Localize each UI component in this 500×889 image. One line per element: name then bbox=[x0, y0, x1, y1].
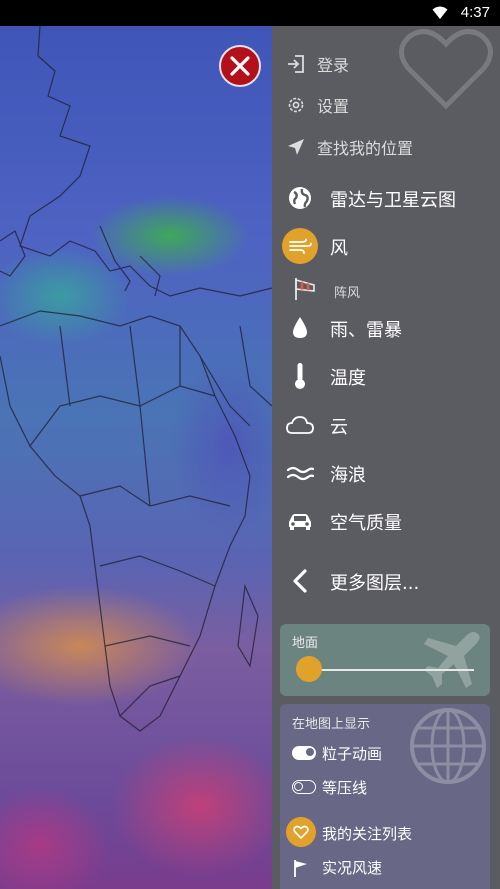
layer-wind-label: 风 bbox=[330, 238, 348, 259]
login-icon bbox=[288, 55, 304, 73]
favorites-item[interactable]: 我的关注列表 bbox=[280, 815, 490, 849]
cloud-icon bbox=[282, 407, 318, 443]
particles-label: 粒子动画 bbox=[322, 745, 383, 763]
observed-wind-item[interactable]: 实况风速 bbox=[280, 852, 490, 882]
show-on-map-box: 在地图上显示 粒子动画 等压线 我的关注列表 实况风速 bbox=[280, 704, 490, 889]
layer-waves-label: 海浪 bbox=[330, 465, 366, 486]
particles-toggle-row[interactable]: 粒子动画 bbox=[280, 741, 490, 767]
more-layers-button[interactable]: 更多图层... bbox=[272, 559, 500, 603]
car-icon bbox=[282, 503, 318, 539]
isobars-toggle[interactable] bbox=[292, 780, 316, 794]
more-layers-label: 更多图层... bbox=[330, 573, 420, 594]
altitude-title: 地面 bbox=[292, 636, 319, 651]
layer-air-quality[interactable]: 空气质量 bbox=[272, 499, 500, 543]
favorites-label: 我的关注列表 bbox=[322, 825, 413, 843]
menu-settings-label: 设置 bbox=[317, 97, 350, 116]
layer-wind[interactable]: 风 bbox=[272, 224, 500, 268]
altitude-slider-thumb[interactable] bbox=[296, 656, 322, 682]
map-coastlines bbox=[0, 26, 272, 732]
close-icon bbox=[230, 56, 250, 76]
layer-temperature[interactable]: 温度 bbox=[272, 354, 500, 398]
thermometer-icon bbox=[282, 358, 318, 394]
altitude-box: 地面 bbox=[280, 624, 490, 696]
windsock-icon bbox=[295, 278, 315, 300]
status-bar: 4:37 bbox=[0, 0, 500, 26]
status-time: 4:37 bbox=[460, 4, 490, 21]
heart-icon bbox=[286, 817, 316, 847]
layer-clouds[interactable]: 云 bbox=[272, 403, 500, 447]
airplane-icon bbox=[424, 632, 480, 688]
observed-wind-label: 实况风速 bbox=[322, 859, 383, 877]
flag-icon bbox=[294, 860, 307, 877]
altitude-slider-track[interactable] bbox=[308, 669, 474, 671]
gear-icon bbox=[288, 97, 304, 113]
wifi-icon bbox=[432, 6, 448, 19]
globe-icon bbox=[282, 180, 318, 216]
menu-login-label: 登录 bbox=[317, 56, 350, 75]
location-arrow-icon bbox=[288, 139, 304, 155]
layer-gust-label: 阵风 bbox=[334, 286, 361, 301]
menu-login[interactable]: 登录 bbox=[272, 46, 500, 82]
layer-temperature-label: 温度 bbox=[330, 368, 366, 389]
menu-settings[interactable]: 设置 bbox=[272, 87, 500, 123]
layer-clouds-label: 云 bbox=[330, 417, 348, 438]
layer-rain-thunder[interactable]: 雨、雷暴 bbox=[272, 306, 500, 350]
layer-air-quality-label: 空气质量 bbox=[330, 513, 402, 534]
side-menu-panel: 登录 设置 查找我的位置 雷达与卫星云图 风 阵风 雨、雷暴 温度 云 海浪 空… bbox=[272, 26, 500, 889]
layer-rain-label: 雨、雷暴 bbox=[330, 320, 402, 341]
isobars-toggle-row[interactable]: 等压线 bbox=[280, 775, 490, 801]
close-button[interactable] bbox=[219, 45, 261, 87]
chevron-left-icon bbox=[282, 563, 318, 599]
waves-icon bbox=[282, 455, 318, 491]
weather-map[interactable] bbox=[0, 26, 272, 889]
particles-toggle[interactable] bbox=[292, 746, 316, 760]
layer-radar-satellite[interactable]: 雷达与卫星云图 bbox=[272, 176, 500, 220]
layer-gust[interactable]: 阵风 bbox=[272, 274, 500, 304]
menu-find-location[interactable]: 查找我的位置 bbox=[272, 129, 500, 165]
menu-find-location-label: 查找我的位置 bbox=[317, 139, 414, 158]
layer-waves[interactable]: 海浪 bbox=[272, 451, 500, 495]
wind-icon bbox=[282, 228, 318, 264]
isobars-label: 等压线 bbox=[322, 779, 368, 797]
show-on-map-title: 在地图上显示 bbox=[292, 717, 371, 732]
raindrop-icon bbox=[282, 310, 318, 346]
layer-radar-label: 雷达与卫星云图 bbox=[330, 190, 456, 211]
